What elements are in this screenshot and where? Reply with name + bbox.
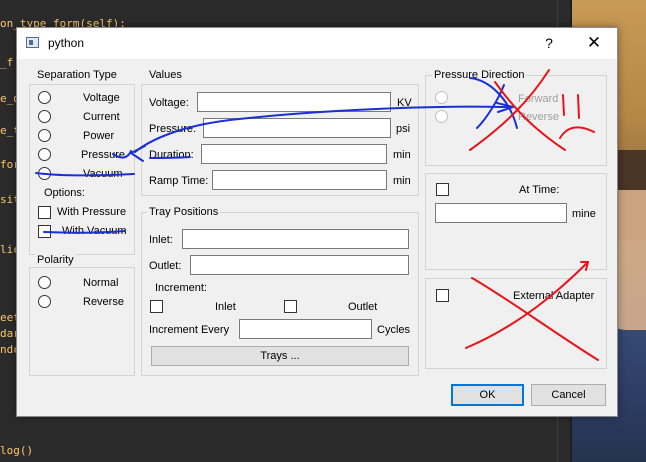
pressure-option-label: Pressure xyxy=(81,149,126,161)
increment-label: Increment: xyxy=(155,282,207,294)
pressure-direction-title: Pressure Direction xyxy=(432,69,527,81)
help-button[interactable]: ? xyxy=(534,32,564,54)
with-vacuum-label: With Vacuum xyxy=(62,225,127,237)
tray-positions-title: Tray Positions xyxy=(147,206,221,218)
duration-input[interactable] xyxy=(201,144,387,164)
external-adapter-label: External Adapter xyxy=(513,290,595,302)
inlet-field-label: Inlet: xyxy=(149,234,173,246)
inlet-input[interactable] xyxy=(182,229,409,249)
polarity-title: Polarity xyxy=(35,254,76,266)
at-time-unit: mine xyxy=(572,208,596,220)
reverse-polarity-radio[interactable] xyxy=(38,295,51,308)
increment-inlet-checkbox[interactable] xyxy=(150,300,163,313)
reverse-option-label: Reverse xyxy=(83,296,124,308)
pressure-field-label: Pressure: xyxy=(149,123,197,135)
pressure-unit: psi xyxy=(396,123,411,135)
separation-type-title: Separation Type xyxy=(35,69,119,81)
options-label: Options: xyxy=(44,187,85,199)
current-option-label: Current xyxy=(83,111,120,123)
increment-outlet-label: Outlet xyxy=(348,301,378,313)
window-title: python xyxy=(48,36,85,50)
external-adapter-checkbox[interactable] xyxy=(436,289,449,302)
pressure-radio[interactable] xyxy=(38,148,51,161)
normal-radio[interactable] xyxy=(38,276,51,289)
window-icon xyxy=(26,37,39,48)
ramp-time-unit: min xyxy=(393,175,411,187)
code-line: _f xyxy=(0,56,14,69)
pressure-input[interactable] xyxy=(203,118,391,138)
increment-outlet-checkbox[interactable] xyxy=(284,300,297,313)
voltage-input[interactable] xyxy=(197,92,391,112)
increment-every-input[interactable] xyxy=(239,319,372,339)
outlet-field-label: Outlet: xyxy=(149,260,182,272)
duration-unit: min xyxy=(393,149,411,161)
forward-option-label: Forward xyxy=(518,93,559,105)
with-vacuum-checkbox[interactable] xyxy=(38,225,51,238)
at-time-input[interactable] xyxy=(435,203,567,223)
voltage-radio[interactable] xyxy=(38,91,51,104)
values-title: Values xyxy=(147,69,184,81)
reverse-direction-label: Reverse xyxy=(518,111,559,123)
power-radio[interactable] xyxy=(38,129,51,142)
ramp-time-input[interactable] xyxy=(212,170,387,190)
voltage-option-label: Voltage xyxy=(83,92,120,104)
cancel-button[interactable]: Cancel xyxy=(531,384,606,406)
vacuum-radio[interactable] xyxy=(38,167,51,180)
current-radio[interactable] xyxy=(38,110,51,123)
trays-button[interactable]: Trays ... xyxy=(151,346,409,366)
voltage-unit: KV xyxy=(397,97,412,109)
with-pressure-label: With Pressure xyxy=(57,206,127,218)
reverse-direction-radio[interactable] xyxy=(435,110,448,123)
close-button[interactable]: ✕ xyxy=(579,32,609,54)
increment-inlet-label: Inlet xyxy=(215,301,236,313)
increment-every-label: Increment Every xyxy=(149,324,230,336)
with-pressure-checkbox[interactable] xyxy=(38,206,51,219)
normal-option-label: Normal xyxy=(83,277,119,289)
at-time-checkbox[interactable] xyxy=(436,183,449,196)
title-bar[interactable]: python ? ✕ xyxy=(17,28,617,59)
at-time-label: At Time: xyxy=(519,184,560,196)
cycles-label: Cycles xyxy=(377,324,411,336)
voltage-field-label: Voltage: xyxy=(149,97,189,109)
ramp-time-label: Ramp Time: xyxy=(149,175,209,187)
pressure-direction-group xyxy=(425,75,607,166)
code-line: log() xyxy=(0,444,34,457)
ok-button[interactable]: OK xyxy=(451,384,524,406)
forward-radio[interactable] xyxy=(435,91,448,104)
python-dialog: python ? ✕ Separation Type Voltage Curre… xyxy=(16,27,618,417)
power-option-label: Power xyxy=(83,130,115,142)
vacuum-option-label: Vacuum xyxy=(83,168,123,180)
outlet-input[interactable] xyxy=(190,255,409,275)
duration-field-label: Duration: xyxy=(149,149,194,161)
